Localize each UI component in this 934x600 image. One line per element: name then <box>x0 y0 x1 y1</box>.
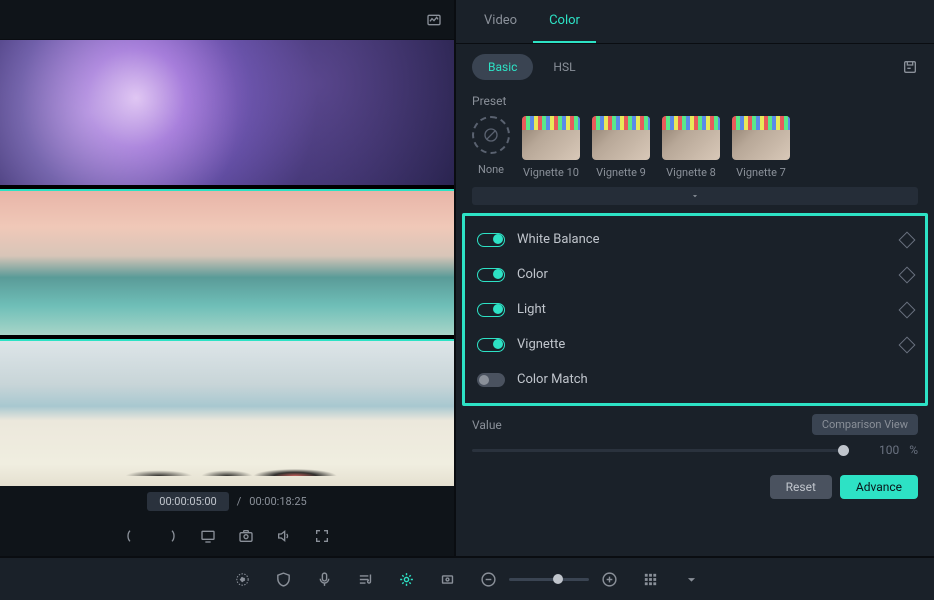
color-toggle[interactable] <box>477 268 505 282</box>
preview-clip-2 <box>0 189 454 336</box>
crop-icon[interactable] <box>439 571 456 588</box>
preset-vignette-10[interactable]: Vignette 10 <box>522 116 580 179</box>
color-match-row: Color Match <box>469 362 921 397</box>
color-match-toggle[interactable] <box>477 373 505 387</box>
preset-label: Preset <box>456 90 934 116</box>
preview-clip-1 <box>0 40 454 185</box>
presets-row: None Vignette 10 Vignette 9 Vignette 8 V… <box>456 116 934 187</box>
record-icon[interactable] <box>234 571 251 588</box>
none-icon <box>472 116 510 154</box>
comparison-view-button[interactable]: Comparison View <box>812 414 918 435</box>
expand-presets[interactable] <box>472 187 918 205</box>
preset-none[interactable]: None <box>472 116 510 179</box>
volume-icon[interactable] <box>276 528 292 544</box>
audio-track-icon[interactable] <box>357 571 374 588</box>
shield-icon[interactable] <box>275 571 292 588</box>
white-balance-row: White Balance <box>469 222 921 257</box>
microphone-icon[interactable] <box>316 571 333 588</box>
tab-color[interactable]: Color <box>533 0 596 43</box>
save-preset-icon[interactable] <box>902 59 918 75</box>
zoom-in-icon[interactable] <box>601 571 618 588</box>
subtab-basic[interactable]: Basic <box>472 54 533 80</box>
properties-panel: Video Color Basic HSL Preset None Vignet… <box>454 0 934 556</box>
color-row: Color <box>469 257 921 292</box>
subtab-hsl[interactable]: HSL <box>537 54 591 80</box>
value-label: Value <box>472 418 502 432</box>
vignette-row: Vignette <box>469 327 921 362</box>
zoom-out-icon[interactable] <box>480 571 497 588</box>
mark-out-icon[interactable] <box>162 528 178 544</box>
fullscreen-icon[interactable] <box>314 528 330 544</box>
light-toggle[interactable] <box>477 303 505 317</box>
time-total: 00:00:18:25 <box>249 495 306 508</box>
mark-in-icon[interactable] <box>124 528 140 544</box>
value-slider[interactable] <box>472 449 849 452</box>
preview-area[interactable] <box>0 40 454 486</box>
tab-video[interactable]: Video <box>468 0 533 43</box>
color-tool-icon[interactable] <box>398 571 415 588</box>
keyframe-icon[interactable] <box>899 266 916 283</box>
waveform-icon[interactable] <box>426 12 442 28</box>
light-row: Light <box>469 292 921 327</box>
player-controls <box>0 516 454 556</box>
color-adjustments: White Balance Color Light Vignette <box>462 213 928 406</box>
time-current: 00:00:05:00 <box>147 492 228 511</box>
white-balance-toggle[interactable] <box>477 233 505 247</box>
snapshot-icon[interactable] <box>238 528 254 544</box>
preview-clip-3 <box>0 339 454 486</box>
bottom-toolbar <box>0 556 934 600</box>
preset-vignette-7[interactable]: Vignette 7 <box>732 116 790 179</box>
vignette-toggle[interactable] <box>477 338 505 352</box>
keyframe-icon[interactable] <box>899 231 916 248</box>
chevron-down-icon[interactable] <box>683 571 700 588</box>
preset-vignette-8[interactable]: Vignette 8 <box>662 116 720 179</box>
preset-vignette-9[interactable]: Vignette 9 <box>592 116 650 179</box>
zoom-slider[interactable] <box>509 578 589 581</box>
keyframe-icon[interactable] <box>899 301 916 318</box>
preview-panel: 00:00:05:00 / 00:00:18:25 <box>0 0 454 556</box>
property-tabs: Video Color <box>456 0 934 44</box>
advance-button[interactable]: Advance <box>840 475 918 499</box>
display-icon[interactable] <box>200 528 216 544</box>
timeline-bar: 00:00:05:00 / 00:00:18:25 <box>0 486 454 516</box>
keyframe-icon[interactable] <box>899 336 916 353</box>
grid-view-icon[interactable] <box>642 571 659 588</box>
reset-button[interactable]: Reset <box>770 475 832 499</box>
